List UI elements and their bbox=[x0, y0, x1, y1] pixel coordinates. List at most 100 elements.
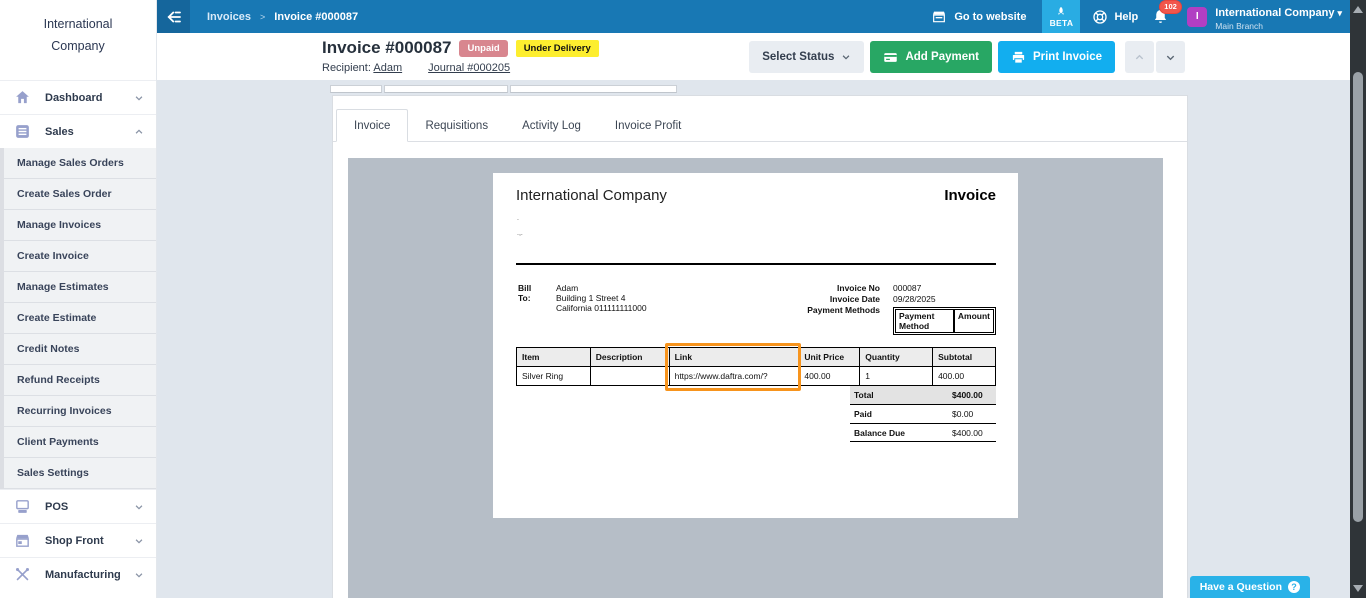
chevron-down-icon bbox=[1165, 52, 1176, 63]
add-payment-label: Add Payment bbox=[905, 51, 979, 63]
breadcrumb-separator: > bbox=[260, 12, 265, 22]
go-to-website-label: Go to website bbox=[954, 11, 1026, 23]
sidebar-item-label: Shop Front bbox=[45, 535, 134, 547]
sidebar-item-shop-front[interactable]: Shop Front bbox=[0, 523, 156, 557]
sidebar-subitem-manage-estimates[interactable]: Manage Estimates bbox=[4, 272, 156, 303]
sidebar-subitem-manage-invoices[interactable]: Manage Invoices bbox=[4, 210, 156, 241]
sidebar-subitem-sales-settings[interactable]: Sales Settings bbox=[4, 458, 156, 489]
tab-bar: Invoice Requisitions Activity Log Invoic… bbox=[333, 96, 1187, 142]
tab-requisitions[interactable]: Requisitions bbox=[408, 109, 505, 142]
paid-row: Paid $0.00 bbox=[850, 404, 996, 423]
clipped-toolbar-segment bbox=[330, 85, 382, 93]
add-payment-button[interactable]: Add Payment bbox=[870, 41, 992, 73]
sales-submenu: Manage Sales Orders Create Sales Order M… bbox=[0, 148, 156, 489]
invoice-meta-block: Invoice No 000087 Invoice Date 09/28/202… bbox=[708, 283, 996, 336]
payment-method-column-header: Payment Method bbox=[895, 309, 954, 333]
recipient-label: Recipient: bbox=[322, 62, 371, 74]
col-item: Item bbox=[517, 348, 591, 367]
invoice-date-value: 09/28/2025 bbox=[880, 294, 996, 304]
tab-invoice[interactable]: Invoice bbox=[336, 109, 408, 142]
collapse-arrow-icon bbox=[165, 8, 183, 26]
sidebar-item-manufacturing[interactable]: Manufacturing bbox=[0, 557, 156, 591]
tools-icon bbox=[14, 566, 31, 583]
sidebar-item-dashboard[interactable]: Dashboard bbox=[0, 80, 156, 114]
recipient-row: Recipient: Adam bbox=[322, 62, 402, 74]
sidebar-subitem-client-payments[interactable]: Client Payments bbox=[4, 427, 156, 458]
journal-link[interactable]: Journal #000205 bbox=[428, 62, 510, 74]
print-invoice-label: Print Invoice bbox=[1033, 51, 1102, 63]
sidebar-item-pos[interactable]: POS bbox=[0, 489, 156, 523]
help-button[interactable]: Help bbox=[1092, 9, 1138, 25]
chevron-down-icon bbox=[134, 93, 144, 103]
print-invoice-button[interactable]: Print Invoice bbox=[998, 41, 1115, 73]
sidebar-logo: International Company bbox=[0, 0, 156, 80]
page-header: Invoice #000087 Unpaid Under Delivery Re… bbox=[157, 33, 1350, 80]
sidebar-subitem-credit-notes[interactable]: Credit Notes bbox=[4, 334, 156, 365]
col-description: Description bbox=[590, 348, 669, 367]
col-unit-price: Unit Price bbox=[799, 348, 860, 367]
breadcrumb-invoices[interactable]: Invoices bbox=[207, 11, 251, 23]
tab-activity-log[interactable]: Activity Log bbox=[505, 109, 598, 142]
have-a-question-button[interactable]: Have a Question ? bbox=[1190, 576, 1310, 598]
paid-value: $0.00 bbox=[942, 409, 973, 419]
notifications-button[interactable]: 102 bbox=[1152, 8, 1169, 25]
chevron-up-icon bbox=[134, 127, 144, 137]
collapse-sidebar-button[interactable] bbox=[157, 0, 190, 33]
totals-table: Total $400.00 Paid $0.00 Balance Due $40… bbox=[850, 385, 996, 442]
clipped-toolbar-segment bbox=[510, 85, 677, 93]
go-to-website-button[interactable]: Go to website bbox=[931, 9, 1026, 25]
breadcrumb: Invoices > Invoice #000087 bbox=[207, 11, 358, 23]
vertical-scrollbar[interactable] bbox=[1350, 0, 1366, 598]
account-menu[interactable]: I International Company▾ Main Branch bbox=[1187, 3, 1342, 31]
sidebar-subitem-recurring-invoices[interactable]: Recurring Invoices bbox=[4, 396, 156, 427]
col-subtotal: Subtotal bbox=[933, 348, 996, 367]
cell-quantity: 1 bbox=[860, 367, 933, 386]
chevron-down-icon bbox=[134, 536, 144, 546]
help-label: Help bbox=[1114, 11, 1138, 23]
next-record-button[interactable] bbox=[1156, 41, 1185, 73]
beta-badge[interactable]: BETA bbox=[1042, 0, 1080, 33]
clipped-toolbar-segment bbox=[384, 85, 508, 93]
chevron-down-icon bbox=[841, 52, 851, 62]
sidebar-item-label: Dashboard bbox=[45, 92, 134, 104]
topbar: Invoices > Invoice #000087 Go to website… bbox=[157, 0, 1350, 33]
app-screen: International Company Dashboard Sales Ma… bbox=[0, 0, 1366, 598]
lifebuoy-icon bbox=[1092, 9, 1108, 25]
scrollbar-thumb[interactable] bbox=[1353, 72, 1363, 522]
sidebar-subitem-refund-receipts[interactable]: Refund Receipts bbox=[4, 365, 156, 396]
chevron-down-icon bbox=[134, 502, 144, 512]
balance-due-label: Balance Due bbox=[850, 428, 942, 438]
scroll-down-arrow-icon[interactable] bbox=[1353, 585, 1363, 592]
scroll-up-arrow-icon[interactable] bbox=[1353, 6, 1363, 13]
total-value: $400.00 bbox=[942, 390, 983, 400]
company-address-placeholder: . .,. bbox=[517, 211, 523, 241]
sidebar-subitem-manage-sales-orders[interactable]: Manage Sales Orders bbox=[4, 148, 156, 179]
notification-badge: 102 bbox=[1159, 0, 1182, 14]
sidebar-subitem-create-sales-order[interactable]: Create Sales Order bbox=[4, 179, 156, 210]
total-row: Total $400.00 bbox=[850, 385, 996, 404]
home-icon bbox=[14, 89, 31, 106]
bill-to-street: Building 1 Street 4 bbox=[556, 293, 647, 303]
select-status-label: Select Status bbox=[762, 51, 834, 63]
question-mark-icon: ? bbox=[1288, 581, 1300, 593]
invoice-no-label: Invoice No bbox=[708, 283, 880, 293]
document-title: Invoice bbox=[944, 187, 996, 204]
logo-line2: Company bbox=[0, 35, 156, 57]
storefront-icon bbox=[14, 532, 31, 549]
caret-down-icon: ▾ bbox=[1337, 8, 1342, 18]
invoice-card: Invoice Requisitions Activity Log Invoic… bbox=[332, 95, 1188, 598]
amount-column-header: Amount bbox=[954, 309, 994, 333]
bill-to-label: Bill To: bbox=[518, 283, 546, 313]
col-quantity: Quantity bbox=[860, 348, 933, 367]
select-status-button[interactable]: Select Status bbox=[749, 41, 864, 73]
sidebar-subitem-create-invoice[interactable]: Create Invoice bbox=[4, 241, 156, 272]
invoice-no-value: 000087 bbox=[880, 283, 996, 293]
pos-terminal-icon bbox=[14, 498, 31, 515]
cell-item-name: Silver Ring bbox=[517, 367, 591, 386]
sidebar-item-label: Manufacturing bbox=[45, 569, 134, 581]
sidebar-subitem-create-estimate[interactable]: Create Estimate bbox=[4, 303, 156, 334]
sidebar-item-sales[interactable]: Sales bbox=[0, 114, 156, 148]
tab-invoice-profit[interactable]: Invoice Profit bbox=[598, 109, 698, 142]
recipient-link[interactable]: Adam bbox=[373, 62, 402, 74]
previous-record-button[interactable] bbox=[1125, 41, 1154, 73]
